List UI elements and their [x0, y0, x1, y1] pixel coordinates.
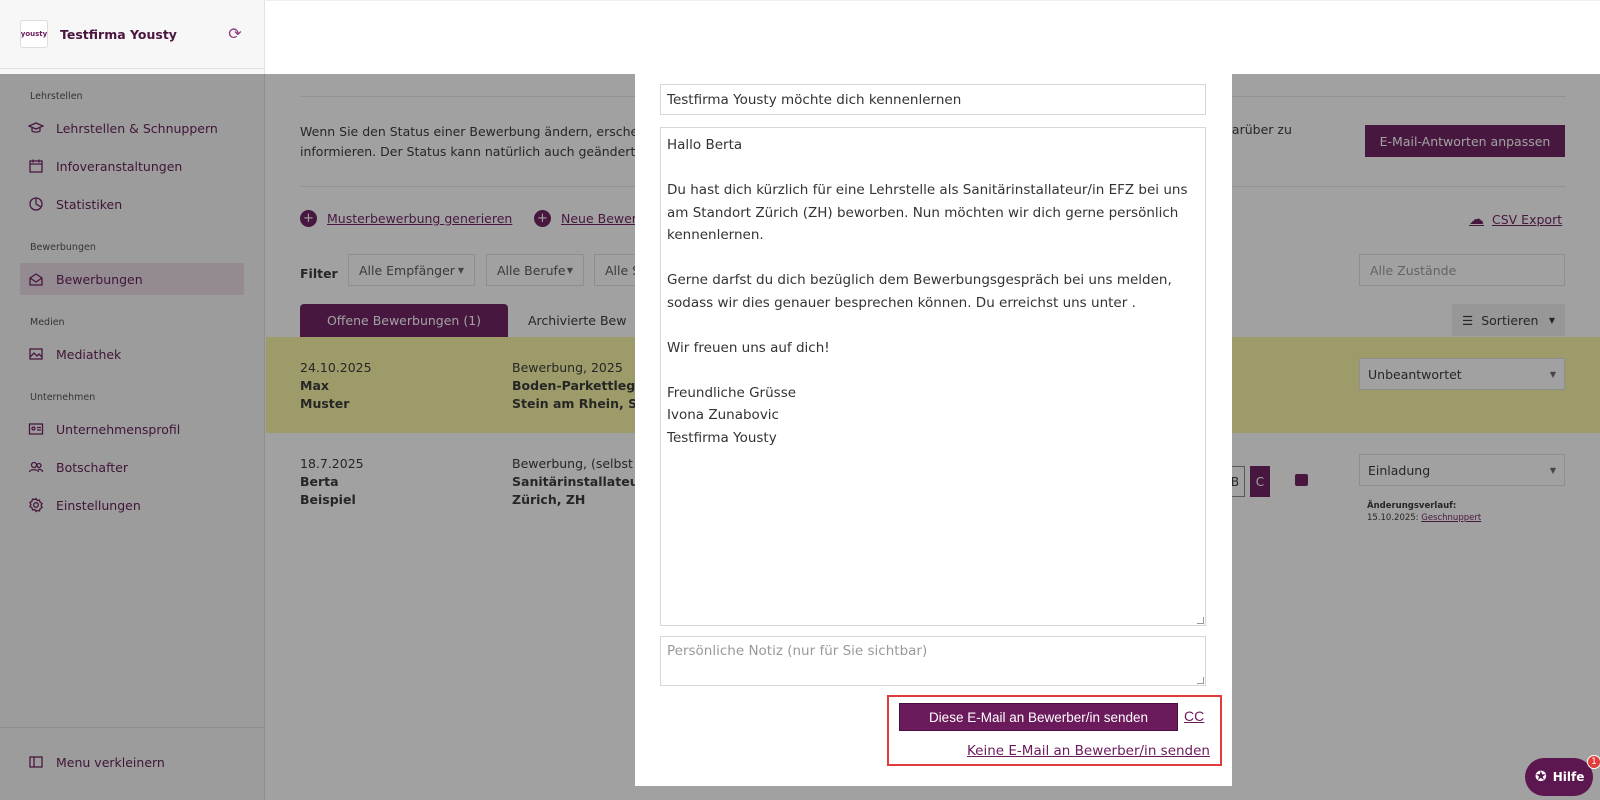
top-bar [266, 0, 1600, 74]
brand-header: yousty Testfirma Yousty ⟳ [0, 0, 264, 69]
no-email-link[interactable]: Keine E-Mail an Bewerber/in senden [967, 743, 1210, 759]
email-modal: Testfirma Yousty möchte dich kennenlerne… [635, 74, 1232, 786]
personal-note-textarea[interactable]: Persönliche Notiz (nur für Sie sichtbar) [660, 636, 1206, 686]
refresh-icon[interactable]: ⟳ [226, 25, 244, 43]
help-ball-icon: ✪ [1535, 769, 1547, 785]
company-name: Testfirma Yousty [60, 26, 177, 42]
email-subject-field[interactable]: Testfirma Yousty möchte dich kennenlerne… [660, 84, 1206, 115]
company-logo: yousty [20, 20, 48, 48]
email-actions-group: Diese E-Mail an Bewerber/in senden CC Ke… [887, 695, 1222, 766]
resize-grip-icon[interactable] [1197, 617, 1204, 624]
help-button[interactable]: ✪ Hilfe [1525, 758, 1593, 796]
resize-grip-icon[interactable] [1197, 677, 1204, 684]
help-label: Hilfe [1552, 770, 1585, 784]
email-body-textarea[interactable]: Hallo Berta Du hast dich kürzlich für ei… [660, 127, 1206, 626]
cc-link[interactable]: CC [1184, 708, 1204, 724]
help-notification-badge: 1 [1587, 755, 1600, 769]
send-email-button[interactable]: Diese E-Mail an Bewerber/in senden [899, 703, 1178, 731]
